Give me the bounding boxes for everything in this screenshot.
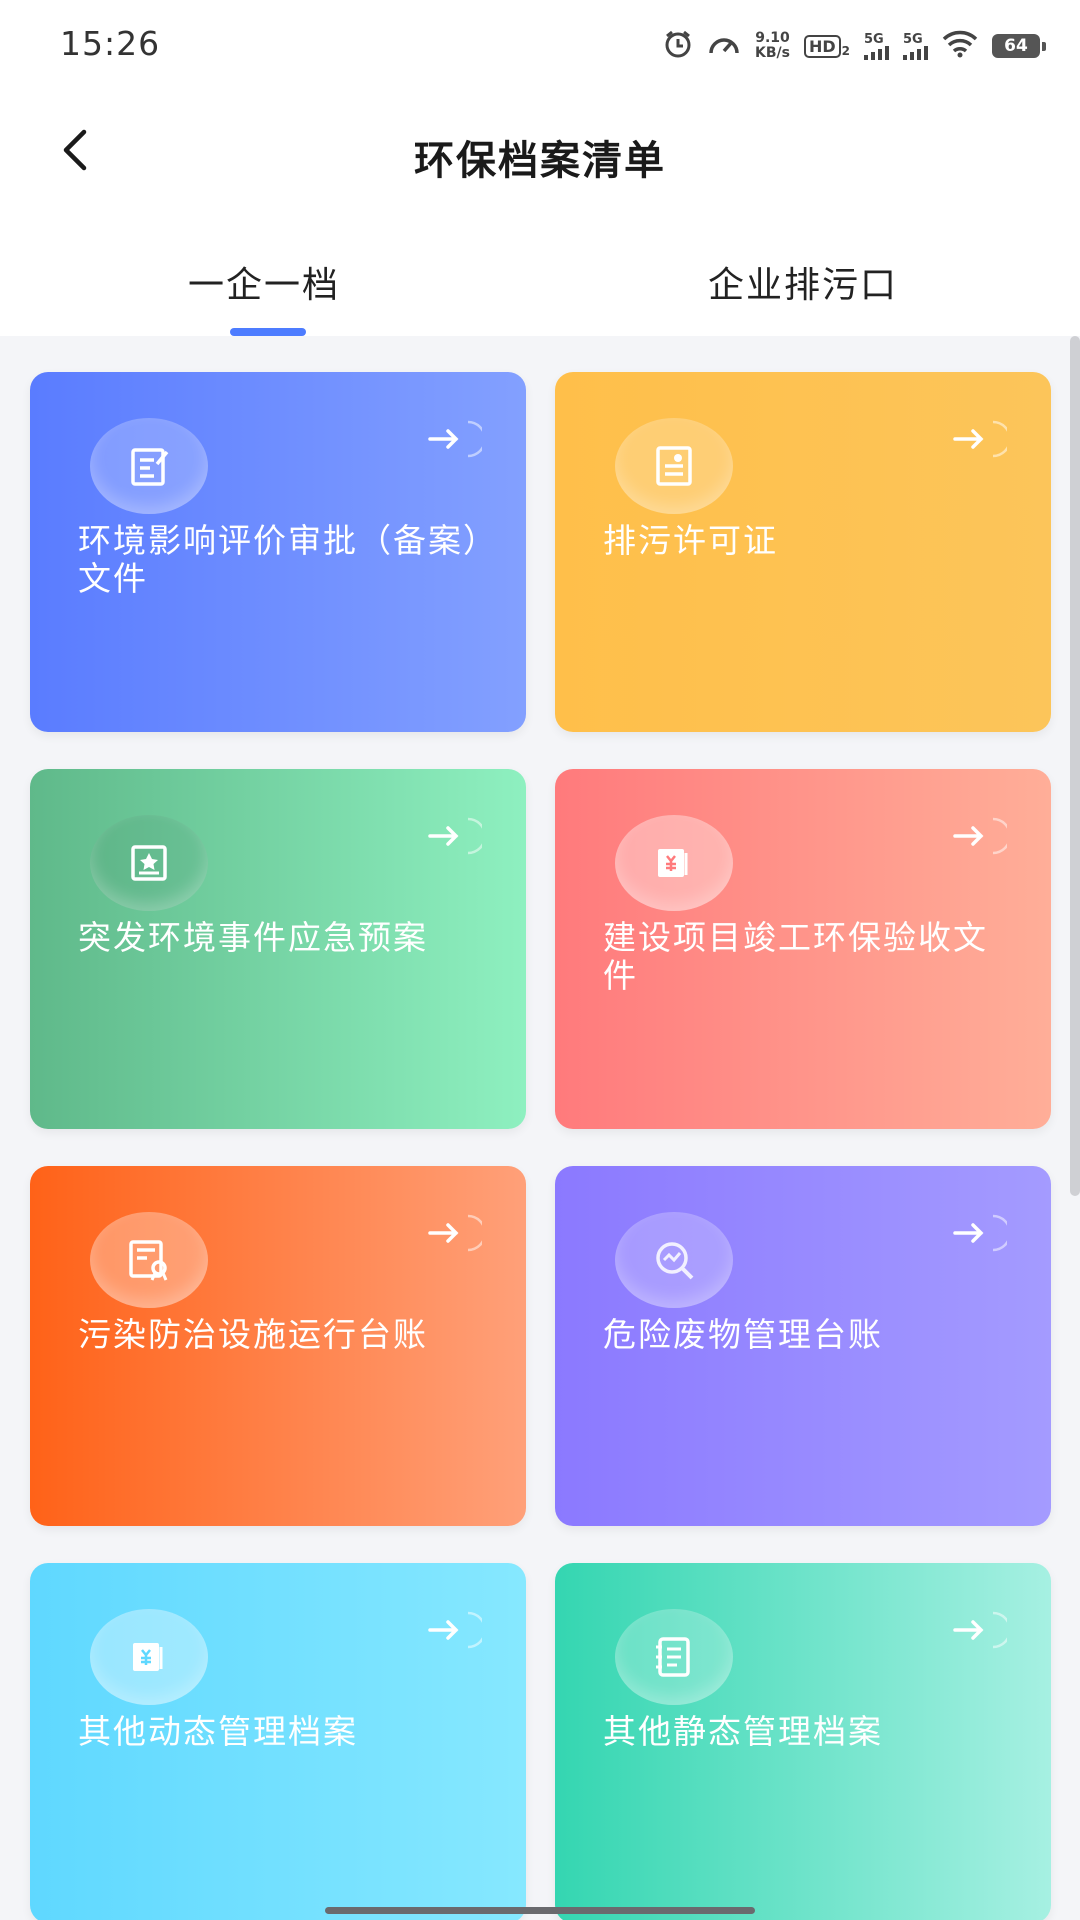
net-speed: 9.10 KB/s [755, 31, 790, 61]
net-speed-unit: KB/s [755, 45, 790, 61]
status-bar: 15:26 9.10 KB/s HD 2 5G 5G 64 [0, 0, 1080, 90]
icon-circle [90, 815, 208, 911]
icon-circle [615, 1212, 733, 1308]
list-document-icon [656, 1637, 690, 1677]
page-title: 环保档案清单 [414, 138, 666, 184]
nav-bar: 环保档案清单 [0, 90, 1080, 210]
card-label: 其他静态管理档案 [603, 1712, 883, 1751]
card-label: 危险废物管理台账 [603, 1315, 883, 1354]
icon-circle [90, 1609, 208, 1705]
tab-active-indicator [230, 328, 306, 336]
card-pollution-facility-ledger[interactable]: 污染防治设施运行台账 [30, 1166, 526, 1526]
status-icons: 9.10 KB/s HD 2 5G 5G 64 [663, 24, 1046, 68]
scrollbar[interactable] [1070, 336, 1080, 1196]
arrow-right-icon[interactable] [426, 1212, 482, 1254]
sim2-label: 5G [903, 31, 923, 47]
arrow-right-icon[interactable] [951, 815, 1007, 857]
card-label: 建设项目竣工环保验收文件 [603, 918, 988, 995]
status-time: 15:26 [60, 24, 161, 63]
sim1-label: 5G [864, 31, 884, 47]
alarm-icon [663, 29, 693, 63]
hd-icon: HD 2 [803, 34, 850, 58]
arrow-right-icon[interactable] [951, 1609, 1007, 1651]
card-eia-approval-file[interactable]: 环境影响评价审批（备案）文件 [30, 372, 526, 732]
card-grid[interactable]: 环境影响评价审批（备案）文件 排污许可证 突发环境事件应急预案 建设项目竣工环保… [0, 336, 1080, 1920]
document-edit-icon [131, 448, 169, 486]
chart-search-icon [656, 1242, 694, 1280]
certificate-icon [129, 1240, 168, 1281]
card-label: 环境影响评价审批（备案）文件 [78, 521, 482, 598]
icon-circle [615, 418, 733, 514]
hd-label: HD [803, 34, 841, 58]
home-indicator[interactable] [325, 1907, 755, 1914]
card-completion-acceptance[interactable]: 建设项目竣工环保验收文件 [555, 769, 1051, 1129]
arrow-right-icon[interactable] [951, 418, 1007, 460]
card-label: 污染防治设施运行台账 [78, 1315, 428, 1354]
battery-icon: 64 [992, 34, 1046, 58]
money-book-icon [658, 849, 688, 877]
card-label: 突发环境事件应急预案 [78, 918, 428, 957]
icon-circle [90, 1212, 208, 1308]
hd-sub: 2 [841, 43, 850, 58]
tab-enterprise-outfall[interactable]: 企业排污口 [708, 256, 898, 308]
id-card-icon [656, 446, 692, 486]
icon-circle [615, 815, 733, 911]
card-other-dynamic-files[interactable]: 其他动态管理档案 [30, 1563, 526, 1920]
net-speed-value: 9.10 [755, 30, 790, 46]
tab-one-enterprise-one-file[interactable]: 一企一档 [188, 256, 340, 308]
money-book-icon [133, 1643, 163, 1671]
card-label: 其他动态管理档案 [78, 1712, 358, 1751]
star-document-icon [131, 845, 167, 881]
wifi-icon [942, 30, 978, 62]
arrow-right-icon[interactable] [426, 418, 482, 460]
speedometer-icon [707, 29, 741, 63]
card-discharge-permit[interactable]: 排污许可证 [555, 372, 1051, 732]
card-label: 排污许可证 [603, 521, 778, 560]
arrow-right-icon[interactable] [426, 815, 482, 857]
icon-circle [615, 1609, 733, 1705]
arrow-right-icon[interactable] [951, 1212, 1007, 1254]
tab-bar: 一企一档 企业排污口 [0, 230, 1080, 336]
card-emergency-plan[interactable]: 突发环境事件应急预案 [30, 769, 526, 1129]
arrow-right-icon[interactable] [426, 1609, 482, 1651]
signal-icon: 5G [864, 33, 889, 60]
card-other-static-files[interactable]: 其他静态管理档案 [555, 1563, 1051, 1920]
signal-icon: 5G [903, 33, 928, 60]
card-hazardous-waste-ledger[interactable]: 危险废物管理台账 [555, 1166, 1051, 1526]
icon-circle [90, 418, 208, 514]
